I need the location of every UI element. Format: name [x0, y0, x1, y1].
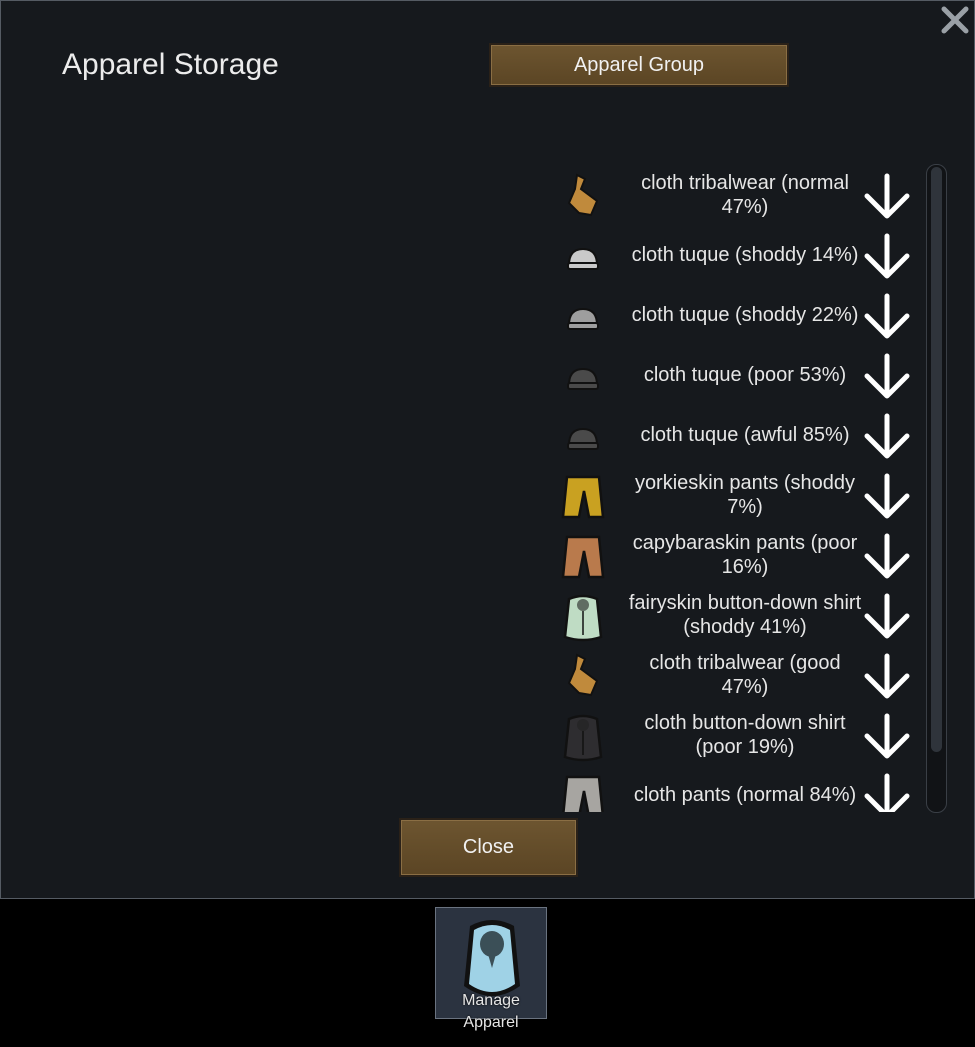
drop-arrow-icon[interactable]: [859, 472, 915, 522]
close-button[interactable]: Close: [399, 818, 578, 877]
apparel-label: cloth pants (normal 84%): [633, 784, 857, 806]
apparel-row[interactable]: cloth tuque (shoddy 22%): [553, 287, 923, 347]
tribalwear-icon: [567, 173, 599, 217]
drop-arrow-icon[interactable]: [859, 772, 915, 812]
apparel-label: cloth tuque (shoddy 14%): [631, 244, 859, 266]
drop-arrow-icon[interactable]: [859, 652, 915, 702]
drop-arrow-icon[interactable]: [859, 172, 915, 222]
apparel-row[interactable]: cloth tribalwear (good 47%): [553, 647, 923, 707]
pants-icon: [561, 535, 605, 579]
apparel-row[interactable]: cloth tribalwear (normal 47%): [553, 167, 923, 227]
drop-arrow-icon[interactable]: [859, 532, 915, 582]
tuque-icon: [567, 247, 599, 270]
shirt-icon: [563, 594, 603, 642]
apparel-row[interactable]: cloth pants (normal 84%): [553, 767, 923, 812]
drop-arrow-icon[interactable]: [859, 292, 915, 342]
apparel-label: cloth tuque (poor 53%): [643, 364, 847, 386]
drop-arrow-icon[interactable]: [859, 592, 915, 642]
pants-icon: [561, 475, 605, 519]
tribalwear-icon: [567, 653, 599, 697]
tuque-icon: [567, 307, 599, 330]
scrollbar[interactable]: [926, 164, 947, 813]
drop-arrow-icon[interactable]: [859, 352, 915, 402]
shirt-icon: [563, 714, 603, 762]
apparel-row[interactable]: cloth button-down shirt (poor 19%): [553, 707, 923, 767]
apparel-label: capybaraskin pants (poor 16%): [632, 532, 858, 578]
apparel-label: fairyskin button-down shirt (shoddy 41%): [628, 592, 862, 638]
apparel-label: yorkieskin pants (shoddy 7%): [634, 472, 856, 518]
apparel-label: cloth tuque (awful 85%): [640, 424, 850, 446]
pants-icon: [562, 775, 604, 812]
apparel-row[interactable]: yorkieskin pants (shoddy 7%): [553, 467, 923, 527]
apparel-label: cloth button-down shirt (poor 19%): [644, 712, 846, 758]
dialog-title: Apparel Storage: [62, 48, 279, 81]
apparel-label: cloth tribalwear (normal 47%): [641, 172, 849, 218]
apparel-group-button[interactable]: Apparel Group: [489, 43, 789, 87]
apparel-row[interactable]: cloth tuque (shoddy 14%): [553, 227, 923, 287]
apparel-list[interactable]: cloth tribalwear (normal 47%) cloth tuqu…: [553, 167, 923, 812]
apparel-row[interactable]: cloth tuque (poor 53%): [553, 347, 923, 407]
drop-arrow-icon[interactable]: [859, 412, 915, 462]
apparel-label: cloth tuque (shoddy 22%): [631, 304, 859, 326]
tuque-icon: [567, 427, 599, 450]
tuque-icon: [567, 367, 599, 390]
apparel-row[interactable]: fairyskin button-down shirt (shoddy 41%): [553, 587, 923, 647]
apparel-row[interactable]: capybaraskin pants (poor 16%): [553, 527, 923, 587]
drop-arrow-icon[interactable]: [859, 232, 915, 282]
apparel-storage-dialog: Apparel Storage Apparel Group cloth trib…: [0, 0, 975, 899]
apparel-row[interactable]: cloth tuque (awful 85%): [553, 407, 923, 467]
drop-arrow-icon[interactable]: [859, 712, 915, 762]
apparel-label: cloth tribalwear (good 47%): [649, 652, 841, 698]
scroll-thumb[interactable]: [931, 167, 942, 752]
close-x-icon[interactable]: [940, 5, 970, 35]
manage-apparel-label: Manage Apparel: [462, 992, 520, 1031]
